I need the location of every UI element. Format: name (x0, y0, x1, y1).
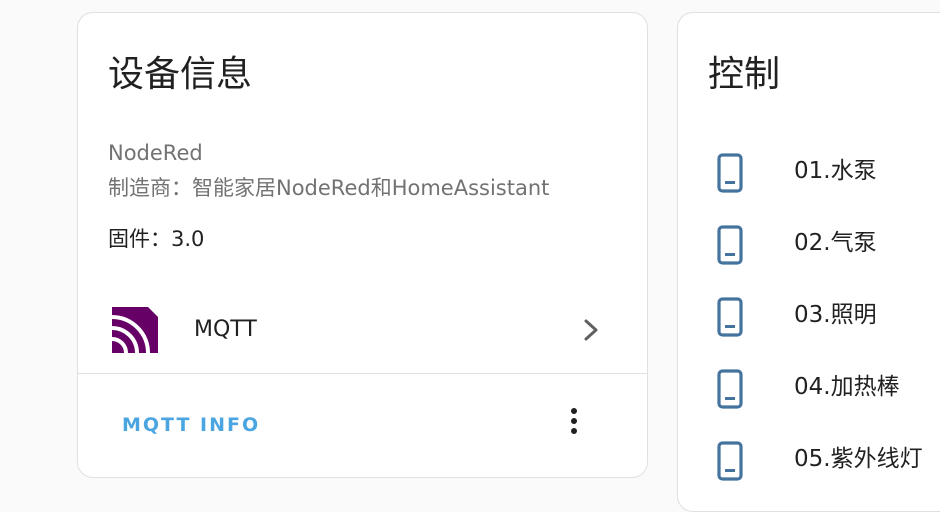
cellphone-icon (717, 153, 743, 193)
entity-label: 03.照明 (794, 302, 877, 328)
entity-row-2[interactable]: 02.气泵 (678, 213, 940, 269)
mqtt-logo-icon (112, 307, 158, 353)
entity-label: 04.加热棒 (794, 374, 900, 400)
cellphone-icon (717, 441, 743, 481)
entity-row-3[interactable]: 03.照明 (678, 285, 940, 341)
control-title: 控制 (708, 54, 781, 95)
entity-row-5[interactable]: 05.紫外线灯 (678, 429, 940, 485)
mqtt-info-button[interactable]: MQTT INFO (108, 405, 274, 445)
cellphone-icon (717, 297, 743, 337)
device-name: NodeRed (108, 141, 203, 165)
entity-label: 02.气泵 (794, 230, 877, 256)
integration-row-mqtt[interactable]: MQTT (78, 299, 647, 361)
entity-label: 05.紫外线灯 (794, 446, 923, 472)
device-manufacturer: 制造商：智能家居NodeRed和HomeAssistant (108, 176, 550, 200)
integration-label: MQTT (194, 317, 257, 342)
entity-label: 01.水泵 (794, 158, 877, 184)
cellphone-icon (717, 225, 743, 265)
card-divider (78, 373, 647, 374)
entity-row-4[interactable]: 04.加热棒 (678, 357, 940, 413)
cellphone-icon (717, 369, 743, 409)
device-firmware: 固件：3.0 (108, 227, 205, 251)
device-info-title: 设备信息 (108, 54, 253, 95)
device-info-card: 设备信息 NodeRed 制造商：智能家居NodeRed和HomeAssista… (77, 12, 648, 478)
more-vert-icon[interactable] (562, 405, 606, 449)
control-card: 控制 01.水泵 02.气泵 03.照明 04.加热棒 05.紫外线灯 (677, 12, 940, 512)
chevron-right-icon (584, 319, 598, 341)
entity-row-1[interactable]: 01.水泵 (678, 141, 940, 197)
